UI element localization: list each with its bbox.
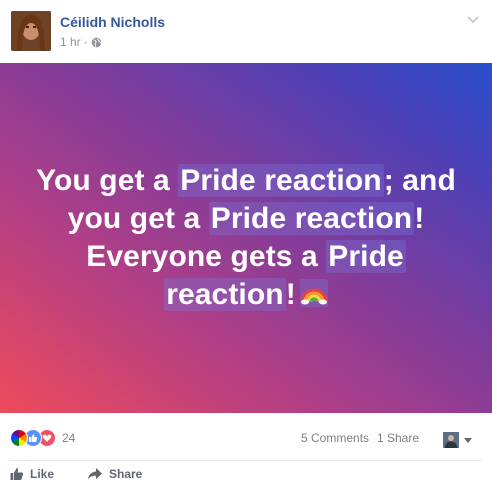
chevron-down-icon[interactable] [466, 12, 480, 26]
post-text: You get a Pride reaction; and you get a P… [26, 162, 466, 314]
reactions-summary[interactable]: 24 [10, 429, 75, 447]
viewer-avatar [443, 432, 459, 448]
reaction-count: 24 [62, 431, 76, 445]
post-text-line: You get a Pride reaction; and [26, 162, 466, 200]
globe-icon[interactable] [91, 37, 102, 48]
post-stats-bar: 24 5 Comments 1 Share [0, 424, 492, 454]
post-text-line: you get a Pride reaction! [26, 200, 466, 238]
text-segment: ! [285, 278, 296, 311]
text-segment: ; and [383, 164, 456, 197]
rainbow-icon [299, 279, 328, 307]
highlighted-phrase: Pride reaction [178, 164, 384, 197]
highlighted-phrase: Pride reaction [208, 202, 415, 235]
caret-down-icon [464, 437, 472, 443]
pride-reaction-icon [10, 429, 28, 447]
text-segment: you get a [67, 202, 209, 235]
thumbs-up-icon [29, 434, 38, 442]
share-button-label: Share [109, 467, 143, 481]
post-text-line: reaction! [26, 276, 466, 314]
comments-count-link[interactable]: 5 Comments [301, 431, 369, 445]
like-button-label: Like [30, 467, 55, 481]
text-segment: Everyone gets a [86, 240, 327, 273]
post-as-selector[interactable] [443, 432, 472, 448]
author-name-link[interactable]: Céilidh Nicholls [60, 14, 165, 30]
text-segment: ! [414, 202, 425, 235]
text-segment: You get a [36, 164, 179, 197]
like-button[interactable]: Like [10, 467, 54, 481]
highlighted-phrase: reaction [164, 278, 286, 311]
meta-separator: · [83, 35, 88, 49]
post-meta: 1 hr · [60, 35, 102, 49]
post-background-card: You get a Pride reaction; and you get a P… [0, 63, 492, 413]
share-arrow-icon [88, 468, 102, 480]
post-header: Céilidh Nicholls 1 hr · [0, 0, 492, 62]
author-avatar[interactable] [11, 11, 51, 51]
actions-divider [10, 460, 482, 461]
avatar-image [11, 11, 51, 51]
highlighted-phrase: Pride [326, 240, 406, 273]
viewer-avatar-image [443, 432, 459, 448]
thumbs-up-icon [10, 468, 24, 480]
share-button[interactable]: Share [87, 467, 142, 481]
shares-count-link[interactable]: 1 Share [377, 431, 419, 445]
heart-icon [42, 434, 52, 442]
post-actions: Like Share [0, 462, 492, 490]
post-text-line: Everyone gets a Pride [26, 238, 466, 276]
post-card: Céilidh Nicholls 1 hr · You get a Pride … [0, 0, 492, 490]
post-timestamp[interactable]: 1 hr [60, 35, 81, 49]
